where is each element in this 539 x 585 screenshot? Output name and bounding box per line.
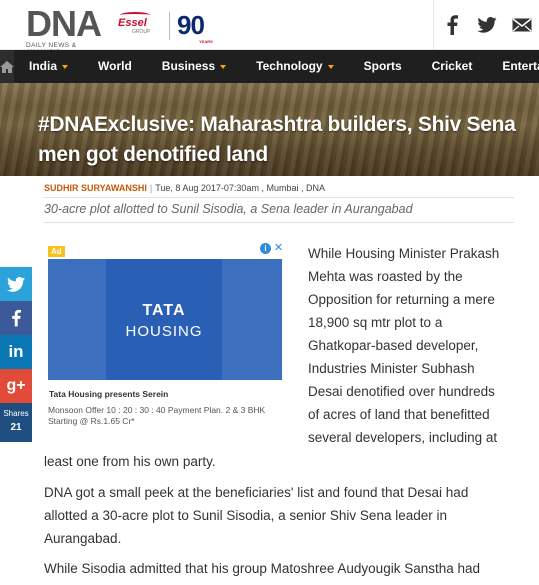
share-linkedin-button[interactable]: in <box>0 335 32 369</box>
google-plus-icon: g+ <box>6 377 26 394</box>
article-paragraph-1-tail: least one from his own party. <box>44 454 216 469</box>
chevron-down-icon <box>327 65 334 69</box>
dna-logo[interactable]: DNA DAILY NEWS & ANALYSIS <box>26 3 108 57</box>
nav-label: Entertainm <box>502 59 539 73</box>
paragraph-line: several developers, including at <box>308 430 498 445</box>
paragraph-line: 18,900 sq mtr plot to a <box>308 315 443 330</box>
nav-item-business[interactable]: Business <box>147 50 241 83</box>
paragraph-line: While Housing Minister Prakash <box>308 246 500 261</box>
author-link[interactable]: SUDHIR SURYAWANSHI <box>44 183 147 193</box>
share-count: Shares 21 <box>0 403 32 442</box>
article-subtitle: 30-acre plot allotted to Sunil Sisodia, … <box>44 202 413 216</box>
ad-body[interactable]: Monsoon Offer 10 : 20 : 30 : 40 Payment … <box>48 405 282 427</box>
hero-banner: #DNAExclusive: Maharashtra builders, Shi… <box>0 83 539 176</box>
nav-label: World <box>98 59 132 73</box>
facebook-icon[interactable] <box>434 0 469 50</box>
article-paragraph-2: DNA got a small peek at the beneficiarie… <box>44 485 469 546</box>
paragraph-line: Desai denotified over hundreds <box>308 384 495 399</box>
ad-controls: i ✕ <box>260 243 284 254</box>
ad-brand-panel: TATA HOUSING <box>106 259 222 380</box>
ad-image[interactable]: TATA HOUSING <box>48 259 282 380</box>
article-paragraph-3: While Sisodia admitted that his group Ma… <box>44 561 481 576</box>
nav-label: Sports <box>363 59 402 73</box>
close-icon[interactable]: ✕ <box>273 243 284 254</box>
nav-item-india[interactable]: India <box>14 50 83 83</box>
ad-badge: Ad <box>48 246 65 257</box>
chevron-down-icon <box>220 65 227 69</box>
anniversary-logo: 90 YEARS <box>177 10 213 44</box>
nav-item-technology[interactable]: Technology <box>241 50 348 83</box>
share-count-label: Shares <box>3 409 29 418</box>
home-icon[interactable] <box>0 50 14 83</box>
nav-label: Technology <box>256 59 323 73</box>
share-google-plus-button[interactable]: g+ <box>0 369 32 403</box>
byline-divider: | <box>149 183 153 193</box>
ad-headline[interactable]: Tata Housing presents Serein <box>49 389 168 399</box>
paragraph-line: Opposition for returning a mere <box>308 292 495 307</box>
essel-swoosh-icon <box>120 12 150 18</box>
divider <box>44 222 514 223</box>
share-bar: in g+ Shares 21 <box>0 267 32 442</box>
facebook-icon <box>12 309 21 327</box>
mail-icon[interactable] <box>504 0 539 50</box>
essel-logo: Essel GROUP <box>118 12 164 40</box>
ad-brand-line1: TATA <box>142 302 186 319</box>
header-social-links <box>433 0 539 50</box>
paragraph-line: Mehta was roasted by the <box>308 269 463 284</box>
article-title: #DNAExclusive: Maharashtra builders, Shi… <box>38 113 516 166</box>
nav-item-cricket[interactable]: Cricket <box>417 50 488 83</box>
twitter-icon[interactable] <box>469 0 504 50</box>
paragraph-line: Ghatkopar-based developer, <box>308 338 479 353</box>
twitter-icon <box>7 276 25 292</box>
site-header: DNA DAILY NEWS & ANALYSIS Essel GROUP 90… <box>0 0 539 57</box>
info-icon[interactable]: i <box>260 243 271 254</box>
divider <box>44 197 514 198</box>
nav-label: Business <box>161 59 216 73</box>
nav-item-entertainment[interactable]: Entertainm <box>487 50 539 83</box>
main-nav: India World Business Technology Sports C… <box>0 50 539 83</box>
essel-group: GROUP <box>132 29 151 35</box>
nav-label: Cricket <box>431 59 473 73</box>
ad-unit[interactable]: Ad i ✕ TATA HOUSING Tata Housing present… <box>46 242 284 437</box>
essel-name: Essel <box>118 17 147 29</box>
share-twitter-button[interactable] <box>0 267 32 301</box>
paragraph-line: Industries Minister Subhash <box>308 361 475 376</box>
ad-brand-line2: HOUSING <box>125 323 203 340</box>
nav-label: India <box>29 59 58 73</box>
chevron-down-icon <box>62 65 69 69</box>
article-meta: Tue, 8 Aug 2017-07:30am , Mumbai , DNA <box>155 183 325 193</box>
article-byline: SUDHIR SURYAWANSHI | Tue, 8 Aug 2017-07:30… <box>44 183 325 193</box>
logo-text: DNA <box>26 3 102 44</box>
header-divider <box>169 12 170 40</box>
nav-item-world[interactable]: World <box>83 50 147 83</box>
linkedin-icon: in <box>8 342 24 361</box>
nav-item-sports[interactable]: Sports <box>349 50 417 83</box>
article-paragraph-1: While Housing Minister Prakash Mehta was… <box>308 242 520 449</box>
paragraph-line: of acres of land that benefitted <box>308 407 490 422</box>
share-facebook-button[interactable] <box>0 301 32 335</box>
share-count-number: 21 <box>10 422 22 433</box>
